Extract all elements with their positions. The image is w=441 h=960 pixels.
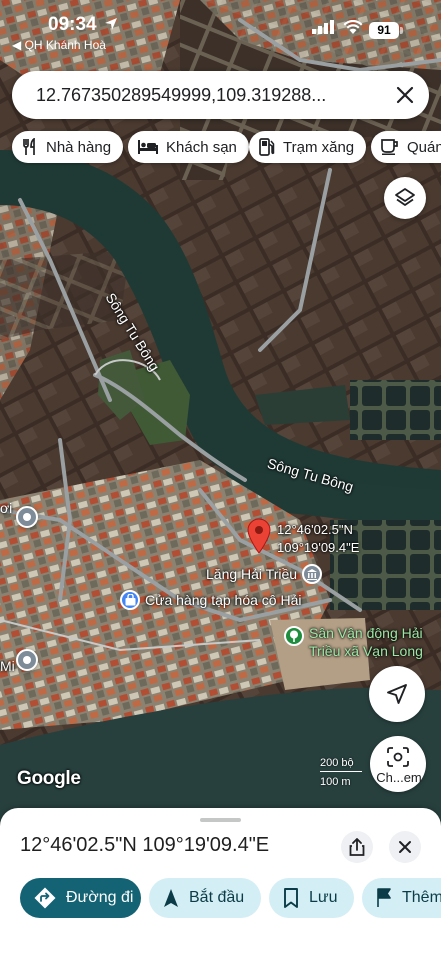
park-icon	[284, 626, 304, 646]
share-button[interactable]	[341, 831, 373, 863]
search-input[interactable]: 12.767350289549999,109.319288...	[36, 85, 366, 106]
poi-name: Sân Vận động Hải Triều xã Vạn Long	[309, 625, 423, 659]
cellular-signal-icon	[312, 20, 334, 34]
dot-icon	[23, 513, 31, 521]
status-time: 09:34	[48, 14, 97, 35]
chip-gas-stations[interactable]: Trạm xăng	[249, 131, 367, 163]
close-sheet-button[interactable]	[389, 831, 421, 863]
maps-screen: 09:34 ◀ QH Khánh Hoà 91 12.7673502895499…	[0, 0, 441, 960]
status-bar: 09:34 ◀ QH Khánh Hoà 91	[0, 0, 441, 56]
battery-indicator: 91	[369, 22, 399, 39]
poi-lang-hai-trieu[interactable]: Lăng Hải Triều	[206, 564, 323, 584]
chip-label: Nhà hàng	[46, 138, 112, 156]
location-pin-icon[interactable]	[247, 518, 271, 554]
layers-icon	[395, 188, 415, 206]
gas-station-icon	[259, 138, 275, 156]
camera-search-icon	[387, 747, 409, 767]
save-label: Lưu	[309, 889, 338, 906]
flag-icon	[377, 888, 391, 907]
lens-button-label: Ch...em	[376, 770, 422, 785]
map-scale: 200 bộ 100 m	[320, 757, 362, 788]
restaurant-icon	[23, 138, 35, 155]
cafe-icon	[381, 139, 398, 155]
location-arrow-icon	[105, 18, 117, 30]
poi-marker-left-top[interactable]	[16, 506, 38, 528]
poi-name: Mi	[0, 658, 15, 674]
poi-stadium[interactable]: Sân Vận động Hải Triều xã Vạn Long	[284, 624, 423, 660]
dot-icon	[23, 656, 31, 664]
battery-tip	[400, 27, 403, 34]
layers-button[interactable]	[384, 177, 426, 219]
save-button[interactable]: Lưu	[269, 878, 354, 918]
back-to-app-link[interactable]: ◀ QH Khánh Hoà	[12, 38, 106, 52]
poi-grocery-store[interactable]: Cửa hàng tạp hóa cô Hải	[120, 590, 301, 610]
poi-name: ơi	[0, 500, 13, 516]
hotel-icon	[138, 140, 158, 154]
drag-handle[interactable]	[200, 818, 241, 822]
scale-metric: 100 m	[320, 776, 351, 788]
chip-hotels[interactable]: Khách sạn	[128, 131, 249, 163]
close-icon	[399, 841, 411, 853]
pin-latitude-label: 12°46'02.5"N	[277, 522, 353, 537]
poi-name: Cửa hàng tạp hóa cô Hải	[145, 592, 302, 608]
google-attribution: Google	[17, 768, 81, 789]
chip-cafes[interactable]: Quán	[371, 131, 441, 163]
search-bar[interactable]: 12.767350289549999,109.319288...	[12, 71, 429, 119]
directions-label: Đường đi	[66, 889, 134, 906]
more-button[interactable]: Thêm	[362, 878, 441, 918]
close-icon[interactable]	[393, 83, 417, 107]
chip-label: Quán	[407, 138, 441, 156]
navigation-arrow-icon	[387, 684, 407, 704]
pin-longitude-label: 109°19'09.4"E	[277, 540, 360, 555]
chip-label: Khách sạn	[166, 138, 237, 156]
shopping-bag-icon	[120, 590, 140, 610]
start-button[interactable]: Bắt đầu	[149, 878, 261, 918]
more-label: Thêm	[402, 889, 441, 906]
landmark-icon	[302, 564, 323, 584]
chip-label: Trạm xăng	[283, 138, 355, 156]
bookmark-icon	[284, 888, 298, 908]
poi-marker-left-bottom[interactable]	[16, 649, 38, 671]
wifi-icon	[343, 20, 363, 34]
my-location-button[interactable]	[369, 666, 425, 722]
directions-icon	[34, 887, 56, 909]
navigation-icon	[164, 889, 178, 907]
start-label: Bắt đầu	[189, 889, 245, 906]
place-title: 12°46'02.5"N 109°19'09.4"E	[20, 834, 270, 856]
poi-name: Lăng Hải Triều	[206, 566, 298, 582]
directions-button[interactable]: Đường đi	[20, 878, 141, 918]
place-bottom-sheet[interactable]: 12°46'02.5"N 109°19'09.4"E Đường đi Bắt …	[0, 808, 441, 960]
share-icon	[349, 838, 365, 856]
chip-restaurants[interactable]: Nhà hàng	[12, 131, 124, 163]
scale-imperial: 200 bộ	[320, 757, 362, 772]
